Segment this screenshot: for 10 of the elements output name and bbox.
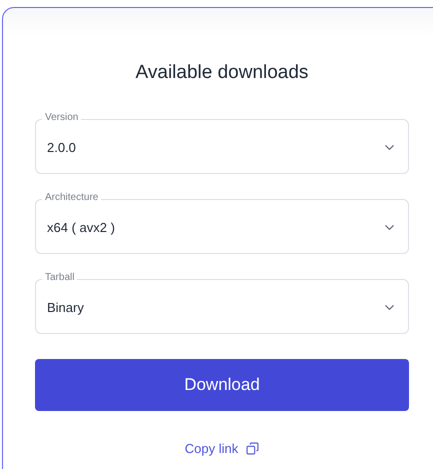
copy-icon [246,442,260,456]
card-title: Available downloads [134,61,310,85]
select-field[interactable]: 2.0.0 [35,119,409,174]
field-value: 2.0.0 [47,138,76,157]
copy-link[interactable]: Copy link [184,439,260,458]
select-field[interactable]: x64 ( avx2 ) [35,199,409,254]
field-value: x64 ( avx2 ) [47,218,115,237]
download-button[interactable]: Download [35,359,409,411]
select-field[interactable]: Binary [35,279,409,334]
field-value: Binary [47,298,84,317]
